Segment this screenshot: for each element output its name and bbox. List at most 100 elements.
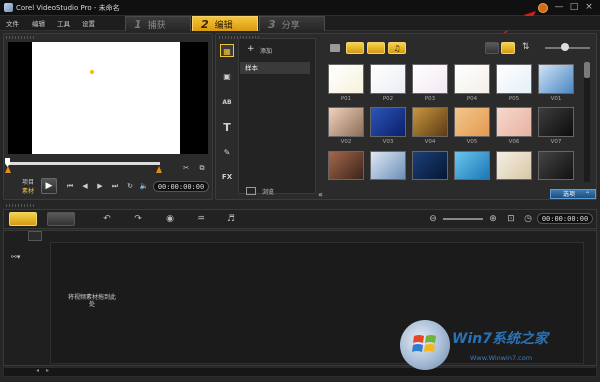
duration-icon[interactable]: ◷	[521, 213, 535, 225]
media-thumbnail[interactable]	[370, 107, 406, 137]
options-button[interactable]: 选项 ⌃	[550, 189, 596, 199]
thumbnail-label: P01	[340, 96, 352, 102]
undo-icon[interactable]: ↶	[100, 213, 114, 225]
folder-icon[interactable]	[330, 44, 340, 52]
app-logo-icon	[4, 3, 13, 12]
zoom-slider[interactable]	[443, 218, 483, 220]
minimize-button[interactable]: —	[552, 1, 566, 14]
folder-item-sample[interactable]: 样本	[240, 62, 310, 74]
split-clip-icon[interactable]: ✂	[180, 162, 192, 174]
maximize-button[interactable]: □	[567, 1, 581, 14]
track-manager-icon[interactable]	[28, 231, 42, 241]
list-view-button[interactable]	[485, 42, 499, 54]
media-thumbnail[interactable]	[412, 107, 448, 137]
timeline-timecode[interactable]: 00:00:00:00	[537, 213, 593, 224]
media-thumbnail[interactable]	[328, 64, 364, 94]
go-to-end-icon[interactable]: ⏭	[109, 180, 121, 192]
media-thumbnail[interactable]	[538, 64, 574, 94]
add-folder-icon[interactable]: +	[247, 44, 255, 54]
library-scrollbar[interactable]	[584, 62, 590, 182]
media-thumbnail[interactable]	[454, 151, 490, 180]
track-toggle-icon[interactable]: ⚯▾	[11, 253, 20, 261]
sound-mixer-icon[interactable]: ♒	[194, 213, 208, 225]
tab-share-label: 分享	[281, 21, 300, 31]
tab-capture[interactable]: 1 捕获	[125, 16, 191, 31]
graphics-icon[interactable]: ✎	[220, 146, 234, 159]
timeline-view-button[interactable]	[47, 212, 75, 226]
media-thumbnail[interactable]	[538, 151, 574, 180]
tab-edit[interactable]: 2 编辑	[192, 16, 258, 31]
go-to-start-icon[interactable]: ⏮	[64, 180, 76, 192]
title-ab-icon[interactable]: AB	[220, 96, 234, 109]
text-icon[interactable]: T	[220, 121, 234, 134]
media-thumbnail[interactable]	[454, 64, 490, 94]
thumbnail-label: V06	[508, 139, 520, 145]
tab-share[interactable]: 3 分享	[259, 16, 325, 31]
scrubber-bar[interactable]	[8, 162, 160, 165]
media-thumbnail[interactable]	[412, 151, 448, 180]
transition-icon[interactable]: ▣	[220, 70, 234, 83]
fx-icon[interactable]: FX	[220, 171, 234, 184]
project-mode-label[interactable]: 项目	[22, 177, 34, 186]
watermark-url: Www.Winwin7.com	[470, 354, 533, 362]
media-thumbnail[interactable]	[412, 64, 448, 94]
volume-icon[interactable]: 🔈	[138, 180, 150, 192]
fit-project-icon[interactable]: ⊡	[504, 213, 518, 225]
menu-settings[interactable]: 设置	[82, 18, 95, 28]
browse-icon[interactable]	[246, 187, 256, 195]
storyboard-view-button[interactable]	[9, 212, 37, 226]
menu-edit[interactable]: 编辑	[32, 18, 45, 28]
auto-music-icon[interactable]: ♬	[224, 213, 238, 225]
repeat-icon[interactable]: ↻	[124, 180, 136, 192]
record-capture-icon[interactable]: ◉	[163, 213, 177, 225]
collapse-library-icon[interactable]: «	[318, 190, 323, 199]
close-button[interactable]: ×	[582, 1, 596, 14]
step-number: 2	[201, 18, 209, 31]
thumbnail-label: P02	[382, 96, 394, 102]
enlarge-preview-icon[interactable]: ⧉	[196, 162, 208, 174]
show-photos-button[interactable]	[367, 42, 385, 54]
play-button[interactable]: ▶	[41, 178, 57, 194]
redo-icon[interactable]: ↷	[131, 213, 145, 225]
panel-grip[interactable]	[6, 36, 36, 39]
media-thumbnail[interactable]	[454, 107, 490, 137]
thumbnail-label: V05	[466, 139, 478, 145]
thumbnail-label: V01	[550, 96, 562, 102]
tab-edit-label: 编辑	[214, 21, 233, 31]
media-thumbnail[interactable]	[496, 151, 532, 180]
library-scroll-thumb[interactable]	[584, 62, 590, 78]
drop-hint-text: 将视频素材拖到此处	[68, 294, 117, 308]
media-thumbnail[interactable]	[370, 64, 406, 94]
next-frame-icon[interactable]: ▶	[94, 180, 106, 192]
sort-icon[interactable]: ⇅	[522, 42, 530, 52]
zoom-out-icon[interactable]: ⊖	[426, 213, 440, 225]
window-title: Corel VideoStudio Pro - 未命名	[16, 4, 120, 12]
menu-file[interactable]: 文件	[6, 18, 19, 28]
thumbnail-size-handle[interactable]	[561, 43, 569, 51]
step-number: 1	[134, 18, 142, 31]
panel-grip[interactable]	[6, 204, 36, 207]
browse-label[interactable]: 浏览	[262, 187, 274, 196]
zoom-in-icon[interactable]: ⊕	[486, 213, 500, 225]
clip-mode-label[interactable]: 素材	[22, 186, 34, 195]
media-thumbnail[interactable]	[496, 107, 532, 137]
timeline-scrollbar[interactable]	[3, 367, 597, 377]
preview-timecode[interactable]: 00:00:00:00	[153, 181, 209, 192]
scroll-left-icon[interactable]: ◂	[36, 367, 39, 374]
media-thumbnail[interactable]	[496, 64, 532, 94]
add-folder-label[interactable]: 添加	[260, 46, 272, 55]
show-audio-button[interactable]: ♫	[388, 42, 406, 54]
media-thumbnail[interactable]	[328, 107, 364, 137]
chevron-up-icon: ⌃	[585, 191, 591, 198]
show-videos-button[interactable]	[346, 42, 364, 54]
media-icon[interactable]: ▦	[220, 44, 234, 57]
thumbnail-view-button[interactable]	[501, 42, 515, 54]
menu-tools[interactable]: 工具	[57, 18, 70, 28]
previous-frame-icon[interactable]: ◀	[79, 180, 91, 192]
thumbnail-label: P04	[466, 96, 478, 102]
thumbnail-label: P03	[424, 96, 436, 102]
media-thumbnail[interactable]	[538, 107, 574, 137]
media-thumbnail[interactable]	[370, 151, 406, 180]
scroll-right-icon[interactable]: ▸	[46, 367, 49, 374]
media-thumbnail[interactable]	[328, 151, 364, 180]
